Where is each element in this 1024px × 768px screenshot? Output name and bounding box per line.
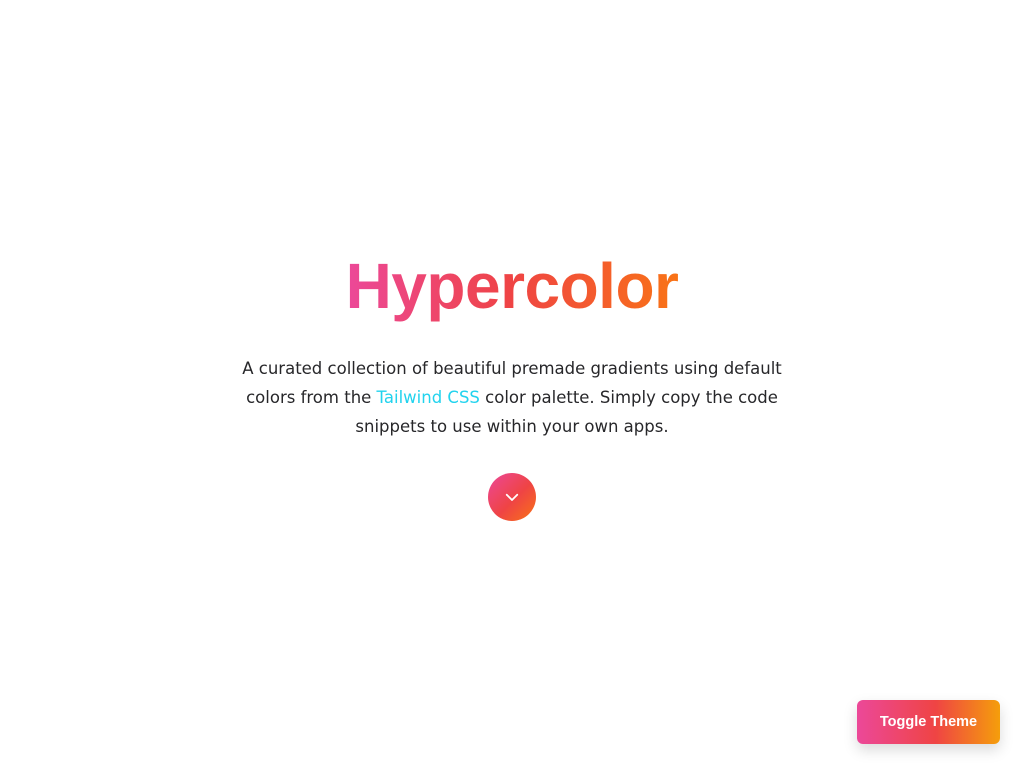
page-title-text: Hypercolor bbox=[345, 250, 679, 322]
toggle-theme-button[interactable]: Toggle Theme bbox=[857, 700, 1000, 744]
chevron-down-icon bbox=[505, 493, 519, 501]
page: Hypercolor A curated collection of beaut… bbox=[0, 0, 1024, 768]
page-title: Hypercolor bbox=[0, 248, 1024, 324]
hero-description: A curated collection of beautiful premad… bbox=[222, 354, 802, 441]
scroll-down-button[interactable] bbox=[488, 473, 536, 521]
tailwind-css-link[interactable]: Tailwind CSS bbox=[377, 388, 480, 407]
